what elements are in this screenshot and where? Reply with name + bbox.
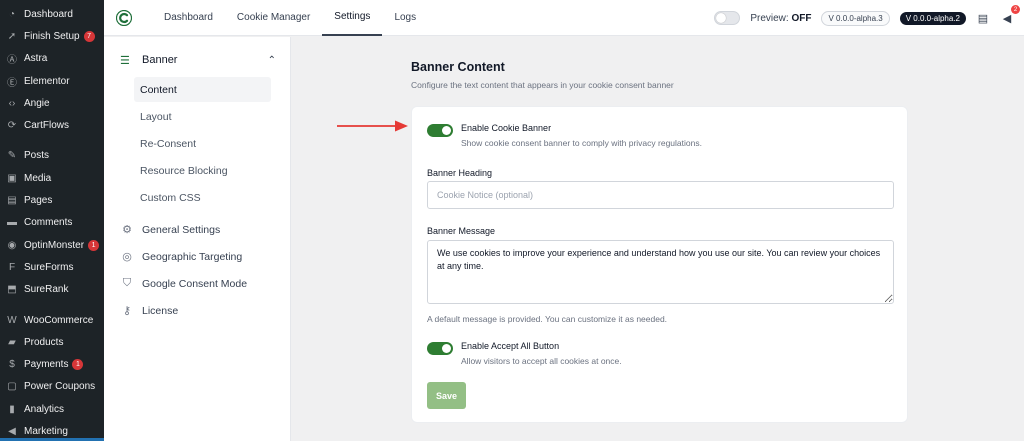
- plugin-logo-icon[interactable]: [116, 9, 132, 26]
- tab-logs[interactable]: Logs: [382, 0, 428, 36]
- wp-menu-analytics[interactable]: ▮ Analytics: [0, 398, 104, 420]
- sureforms-icon: F: [8, 261, 16, 273]
- tab-dashboard[interactable]: Dashboard: [152, 0, 225, 36]
- wp-menu-cartflows[interactable]: ⟳ CartFlows: [0, 114, 104, 136]
- banner-heading-input[interactable]: [427, 181, 894, 209]
- wp-menu-pages[interactable]: ▤ Pages: [0, 189, 104, 211]
- nav-item-re-consent[interactable]: Re-Consent: [134, 131, 271, 156]
- notification-badge: 1: [72, 359, 84, 371]
- globe-icon: ◎: [122, 251, 132, 263]
- wp-menu-angie[interactable]: ‹› Angie: [0, 92, 104, 114]
- analytics-icon: ▮: [9, 403, 15, 415]
- header-actions: Preview: OFF V 0.0.0-alpha.3 V 0.0.0-alp…: [714, 0, 1020, 36]
- nav-item-resource-blocking[interactable]: Resource Blocking: [134, 158, 271, 183]
- page-header: Banner Content Configure the text conten…: [411, 60, 674, 90]
- annotation-arrow-icon: [337, 120, 408, 132]
- enable-accept-all-label: Enable Accept All Button: [461, 341, 560, 351]
- notification-badge: 1: [88, 239, 100, 251]
- banner-message-label: Banner Message: [427, 226, 496, 236]
- pin-icon: ✎: [7, 150, 17, 162]
- page-subtitle: Configure the text content that appears …: [411, 80, 674, 90]
- plugin-header: Dashboard Cookie Manager Settings Logs P…: [104, 0, 1024, 36]
- enable-cookie-banner-label: Enable Cookie Banner: [461, 123, 552, 133]
- enable-accept-all-description: Allow visitors to accept all cookies at …: [461, 356, 622, 366]
- gear-icon: ⚙: [122, 224, 132, 236]
- wp-menu-comments[interactable]: ▬ Comments: [0, 212, 104, 234]
- version-badge-dark: V 0.0.0-alpha.2: [899, 11, 966, 25]
- banner-message-textarea[interactable]: We use cookies to improve your experienc…: [427, 240, 894, 304]
- nav-item-license[interactable]: ⚷ License: [104, 297, 290, 324]
- products-icon: ▰: [8, 336, 16, 348]
- elementor-icon: Ⓔ: [7, 77, 17, 89]
- wp-menu-media[interactable]: ▣ Media: [0, 167, 104, 189]
- wp-menu-woocommerce[interactable]: W WooCommerce: [0, 309, 104, 331]
- banner-heading-label: Banner Heading: [427, 168, 493, 178]
- surerank-icon: ⬒: [7, 284, 17, 296]
- preview-toggle[interactable]: [714, 11, 741, 25]
- enable-accept-all-row: Enable Accept All Button Allow visitors …: [427, 341, 622, 366]
- enable-cookie-banner-description: Show cookie consent banner to comply wit…: [461, 138, 702, 148]
- dashboard-icon: ◔: [8, 8, 16, 20]
- wp-menu-posts[interactable]: ✎ Posts: [0, 145, 104, 167]
- enable-cookie-banner-row: Enable Cookie Banner Show cookie consent…: [427, 123, 702, 148]
- page-title: Banner Content: [411, 60, 505, 74]
- key-icon: ⚷: [122, 305, 132, 317]
- banner-content-card: Enable Cookie Banner Show cookie consent…: [411, 106, 908, 423]
- save-button[interactable]: Save: [427, 382, 466, 409]
- wp-admin-sidebar: ◔ Dashboard ➚ Finish Setup 7 Ⓐ Astra Ⓔ Elemen…: [0, 0, 104, 441]
- coupon-icon: ▢: [7, 381, 17, 393]
- angie-icon: ‹›: [8, 97, 16, 109]
- astra-icon: Ⓐ: [7, 55, 17, 67]
- nav-item-google-consent-mode[interactable]: ⛉ Google Consent Mode: [104, 270, 290, 297]
- wp-menu-optinmonster[interactable]: ◉ OptinMonster 1: [0, 234, 104, 256]
- wp-menu-payments[interactable]: $ Payments 1: [0, 353, 104, 375]
- changelog-icon[interactable]: ▤: [976, 11, 990, 25]
- media-icon: ▣: [7, 172, 17, 184]
- woocommerce-icon: W: [7, 314, 17, 326]
- notification-badge: 2: [1011, 5, 1020, 14]
- wp-menu-astra[interactable]: Ⓐ Astra: [0, 48, 104, 70]
- nav-section-banner[interactable]: ☰ Banner ⌃: [104, 46, 290, 74]
- nav-item-general-settings[interactable]: ⚙ General Settings: [104, 216, 290, 243]
- optinmonster-icon: ◉: [7, 239, 17, 251]
- wp-menu-dashboard[interactable]: ◔ Dashboard: [0, 3, 104, 25]
- banner-icon: ☰: [120, 54, 130, 67]
- notification-badge: 7: [83, 30, 95, 42]
- nav-item-geographic-targeting[interactable]: ◎ Geographic Targeting: [104, 243, 290, 270]
- wp-menu-power-coupons[interactable]: ▢ Power Coupons: [0, 376, 104, 398]
- rocket-icon: ➚: [7, 30, 17, 42]
- tab-settings[interactable]: Settings: [322, 0, 383, 36]
- banner-message-helper: A default message is provided. You can c…: [427, 314, 668, 324]
- nav-item-custom-css[interactable]: Custom CSS: [134, 185, 271, 210]
- version-badge-light: V 0.0.0-alpha.3: [821, 10, 890, 26]
- wp-menu-products[interactable]: ▰ Products: [0, 331, 104, 353]
- preview-status: Preview: OFF: [750, 12, 812, 24]
- comment-icon: ▬: [7, 217, 17, 229]
- nav-item-content[interactable]: Content: [134, 77, 271, 102]
- enable-accept-all-toggle[interactable]: [427, 342, 453, 355]
- tab-cookie-manager[interactable]: Cookie Manager: [225, 0, 322, 36]
- megaphone-icon: ◀: [8, 425, 16, 437]
- pages-icon: ▤: [7, 195, 17, 207]
- nav-item-layout[interactable]: Layout: [134, 104, 271, 129]
- shield-icon: ⛉: [122, 277, 132, 289]
- wp-menu-surerank[interactable]: ⬒ SureRank: [0, 279, 104, 301]
- payments-icon: $: [9, 359, 15, 371]
- announcement-icon[interactable]: ◀ 2: [1000, 5, 1020, 25]
- cartflows-icon: ⟳: [7, 120, 17, 132]
- wp-menu-sureforms[interactable]: F SureForms: [0, 256, 104, 278]
- enable-cookie-banner-toggle[interactable]: [427, 124, 453, 137]
- wp-menu-finish-setup[interactable]: ➚ Finish Setup 7: [0, 25, 104, 47]
- wp-menu-elementor[interactable]: Ⓔ Elementor: [0, 70, 104, 92]
- settings-navigation: ☰ Banner ⌃ Content Layout Re-Consent Res…: [104, 37, 291, 441]
- chevron-up-icon: ⌃: [267, 54, 276, 66]
